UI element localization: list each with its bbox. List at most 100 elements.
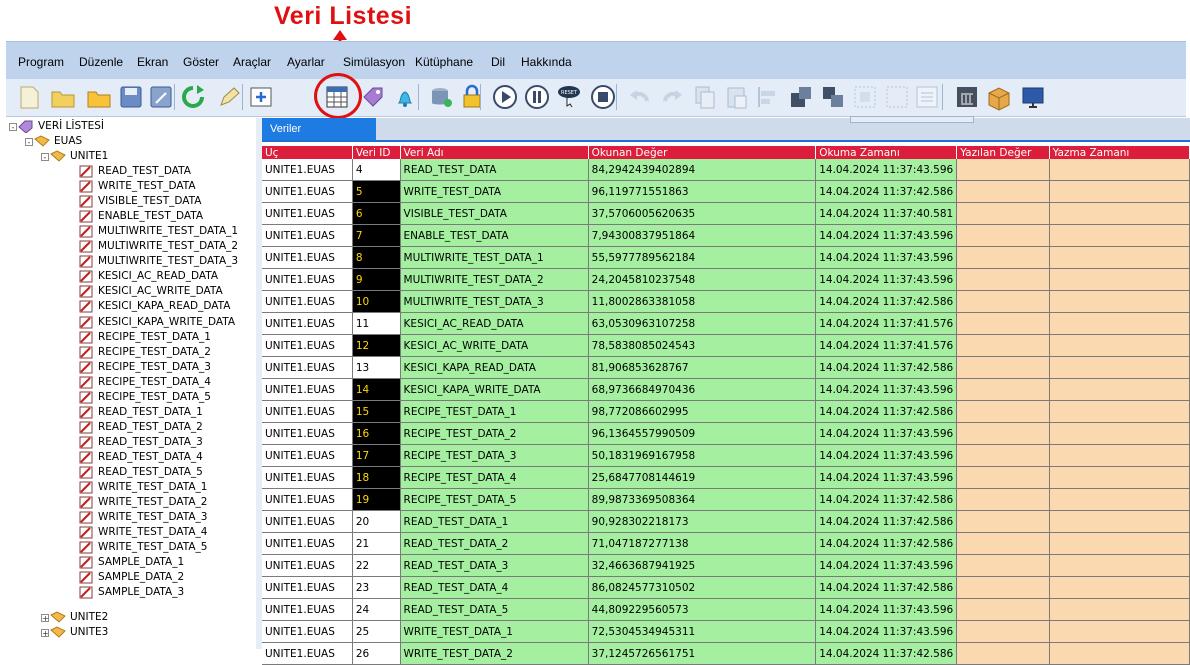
cell-veri-adi[interactable]: READ_TEST_DATA_5 — [400, 598, 589, 621]
table-row[interactable]: UNITE1.EUAS 10 MULTIWRITE_TEST_DATA_3 11,80… — [262, 290, 1190, 313]
monitor-icon[interactable] — [1018, 82, 1048, 112]
tree-node[interactable]: RECIPE_TEST_DATA_4 — [78, 375, 211, 390]
table-row[interactable]: UNITE1.EUAS 12 KESICI_AC_WRITE_DATA 78,5838… — [262, 334, 1190, 357]
cell-okunan-deger[interactable]: 63,0530963107258 — [588, 312, 817, 335]
cell-veri-id[interactable]: 21 — [352, 532, 401, 555]
table-row[interactable]: UNITE1.EUAS 17 RECIPE_TEST_DATA_3 50,183196… — [262, 444, 1190, 467]
send-back-icon[interactable] — [882, 82, 912, 112]
cell-okunan-deger[interactable]: 37,1245726561751 — [588, 642, 817, 665]
cell-yazma-zamani[interactable] — [1049, 378, 1190, 401]
cell-veri-id[interactable]: 22 — [352, 554, 401, 577]
edit-icon[interactable] — [214, 82, 244, 112]
cell-yazilan-deger[interactable] — [956, 180, 1050, 203]
table-row[interactable]: UNITE1.EUAS 13 KESICI_KAPA_READ_DATA 81,906… — [262, 356, 1190, 379]
table-row[interactable]: UNITE1.EUAS 8 MULTIWRITE_TEST_DATA_1 55,597… — [262, 246, 1190, 269]
open-icon[interactable] — [48, 82, 78, 112]
tree-node[interactable]: WRITE_TEST_DATA_3 — [78, 510, 207, 525]
cell-yazma-zamani[interactable] — [1049, 620, 1190, 643]
cell-uc[interactable]: UNITE1.EUAS — [262, 620, 353, 643]
cell-veri-id[interactable]: 5 — [352, 180, 401, 203]
cell-yazma-zamani[interactable] — [1049, 532, 1190, 555]
cell-yazilan-deger[interactable] — [956, 466, 1050, 489]
table-row[interactable]: UNITE1.EUAS 25 WRITE_TEST_DATA_1 72,5304534… — [262, 620, 1190, 643]
properties-icon[interactable] — [912, 82, 942, 112]
cell-veri-id[interactable]: 15 — [352, 400, 401, 423]
collapse-icon[interactable]: - — [41, 153, 49, 162]
cell-yazilan-deger[interactable] — [956, 378, 1050, 401]
tree-node[interactable]: SAMPLE_DATA_1 — [78, 555, 184, 570]
cell-okunan-deger[interactable]: 84,2942439402894 — [588, 159, 817, 181]
cell-yazilan-deger[interactable] — [956, 202, 1050, 225]
cell-yazilan-deger[interactable] — [956, 334, 1050, 357]
cell-yazma-zamani[interactable] — [1049, 598, 1190, 621]
cell-okuma-zamani[interactable]: 14.04.2024 11:37:41.576 — [815, 334, 958, 357]
table-row[interactable]: UNITE1.EUAS 16 RECIPE_TEST_DATA_2 96,136455… — [262, 422, 1190, 445]
table-row[interactable]: UNITE1.EUAS 9 MULTIWRITE_TEST_DATA_2 24,204… — [262, 268, 1190, 291]
cell-okuma-zamani[interactable]: 14.04.2024 11:37:43.596 — [815, 246, 958, 269]
cell-veri-adi[interactable]: MULTIWRITE_TEST_DATA_1 — [400, 246, 589, 269]
cell-uc[interactable]: UNITE1.EUAS — [262, 202, 353, 225]
cell-veri-id[interactable]: 20 — [352, 510, 401, 533]
menu-item-9[interactable]: Hakkında — [521, 55, 572, 69]
cell-okunan-deger[interactable]: 32,4663687941925 — [588, 554, 817, 577]
cell-uc[interactable]: UNITE1.EUAS — [262, 554, 353, 577]
cell-okunan-deger[interactable]: 89,9873369508364 — [588, 488, 817, 511]
cell-veri-adi[interactable]: KESICI_AC_READ_DATA — [400, 312, 589, 335]
cell-okuma-zamani[interactable]: 14.04.2024 11:37:42.586 — [815, 400, 958, 423]
table-row[interactable]: UNITE1.EUAS 18 RECIPE_TEST_DATA_4 25,684770… — [262, 466, 1190, 489]
cell-veri-adi[interactable]: WRITE_TEST_DATA — [400, 180, 589, 203]
cell-veri-adi[interactable]: MULTIWRITE_TEST_DATA_2 — [400, 268, 589, 291]
cell-okunan-deger[interactable]: 25,6847708144619 — [588, 466, 817, 489]
column-header[interactable]: Okuma Zamanı — [815, 146, 958, 159]
cell-okuma-zamani[interactable]: 14.04.2024 11:37:43.596 — [815, 620, 958, 643]
cell-veri-id[interactable]: 4 — [352, 159, 401, 181]
cell-veri-adi[interactable]: READ_TEST_DATA_4 — [400, 576, 589, 599]
cell-yazilan-deger[interactable] — [956, 598, 1050, 621]
tree-node[interactable]: WRITE_TEST_DATA — [78, 179, 196, 194]
tree-node[interactable]: SAMPLE_DATA_3 — [78, 585, 184, 600]
cell-uc[interactable]: UNITE1.EUAS — [262, 466, 353, 489]
cell-veri-adi[interactable]: RECIPE_TEST_DATA_3 — [400, 444, 589, 467]
cell-okunan-deger[interactable]: 96,119771551863 — [588, 180, 817, 203]
copy-icon[interactable] — [690, 82, 720, 112]
cell-okuma-zamani[interactable]: 14.04.2024 11:37:42.586 — [815, 290, 958, 313]
data-tree[interactable]: - VERİ LİSTESİ - EUAS - UNITE1 READ_TEST_DATA W… — [6, 118, 257, 649]
cell-okunan-deger[interactable]: 24,2045810237548 — [588, 268, 817, 291]
cell-veri-id[interactable]: 11 — [352, 312, 401, 335]
cell-yazilan-deger[interactable] — [956, 620, 1050, 643]
cell-yazma-zamani[interactable] — [1049, 466, 1190, 489]
cell-yazilan-deger[interactable] — [956, 224, 1050, 247]
cell-uc[interactable]: UNITE1.EUAS — [262, 532, 353, 555]
tree-node[interactable]: WRITE_TEST_DATA_1 — [78, 480, 207, 495]
cell-okunan-deger[interactable]: 90,928302218173 — [588, 510, 817, 533]
cell-uc[interactable]: UNITE1.EUAS — [262, 598, 353, 621]
pause-icon[interactable] — [522, 82, 552, 112]
tree-node[interactable]: MULTIWRITE_TEST_DATA_1 — [78, 224, 238, 239]
add-frame-icon[interactable] — [246, 82, 276, 112]
cell-uc[interactable]: UNITE1.EUAS — [262, 422, 353, 445]
menu-item-3[interactable]: Göster — [183, 55, 219, 69]
bank-icon[interactable] — [952, 82, 982, 112]
table-row[interactable]: UNITE1.EUAS 21 READ_TEST_DATA_2 71,04718727… — [262, 532, 1190, 555]
cell-okunan-deger[interactable]: 86,0824577310502 — [588, 576, 817, 599]
cell-okuma-zamani[interactable]: 14.04.2024 11:37:43.596 — [815, 422, 958, 445]
cell-veri-id[interactable]: 13 — [352, 356, 401, 379]
table-row[interactable]: UNITE1.EUAS 6 VISIBLE_TEST_DATA 37,57060056… — [262, 202, 1190, 225]
tree-node[interactable]: UNITE3 — [50, 625, 108, 640]
cell-veri-adi[interactable]: KESICI_KAPA_READ_DATA — [400, 356, 589, 379]
cell-veri-adi[interactable]: READ_TEST_DATA — [400, 159, 589, 181]
cell-uc[interactable]: UNITE1.EUAS — [262, 246, 353, 269]
table-row[interactable]: UNITE1.EUAS 26 WRITE_TEST_DATA_2 37,1245726… — [262, 642, 1190, 665]
redo-icon[interactable] — [658, 82, 688, 112]
refresh-icon[interactable] — [178, 82, 208, 112]
cell-yazma-zamani[interactable] — [1049, 554, 1190, 577]
cell-yazma-zamani[interactable] — [1049, 576, 1190, 599]
cell-okuma-zamani[interactable]: 14.04.2024 11:37:43.596 — [815, 378, 958, 401]
cell-yazma-zamani[interactable] — [1049, 510, 1190, 533]
cell-okuma-zamani[interactable]: 14.04.2024 11:37:43.596 — [815, 554, 958, 577]
cell-uc[interactable]: UNITE1.EUAS — [262, 268, 353, 291]
cell-yazma-zamani[interactable] — [1049, 422, 1190, 445]
tree-node[interactable]: ENABLE_TEST_DATA — [78, 209, 203, 224]
cell-okunan-deger[interactable]: 71,047187277138 — [588, 532, 817, 555]
tree-node[interactable]: MULTIWRITE_TEST_DATA_3 — [78, 254, 238, 269]
